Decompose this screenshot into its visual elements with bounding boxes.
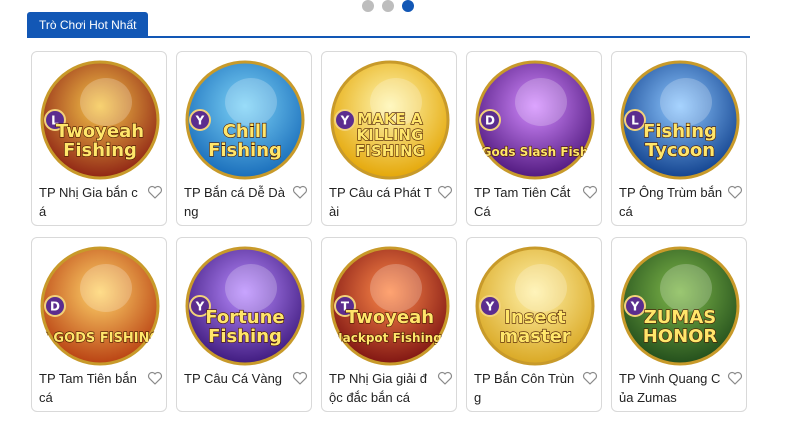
game-thumbnail[interactable]: D 3 GODS FISHING xyxy=(40,246,160,366)
heart-icon[interactable] xyxy=(582,370,598,386)
game-grid: L Twoyeah Fishing TP Nhị Gia bắn cá Y Chill… xyxy=(31,51,747,412)
game-thumbnail[interactable]: T Twoyeah Jackpot Fishing xyxy=(330,246,450,366)
game-art: D 3 GODS FISHING xyxy=(40,246,160,366)
heart-icon[interactable] xyxy=(437,184,453,200)
game-logo-text: Tycoon xyxy=(645,140,715,161)
game-art: TTwoyeahJackpot Fishing xyxy=(330,246,450,366)
heart-icon[interactable] xyxy=(292,184,308,200)
carousel-dot[interactable] xyxy=(362,0,374,12)
svg-text:Y: Y xyxy=(195,300,205,314)
game-thumbnail[interactable]: Y Fortune Fishing xyxy=(185,246,305,366)
svg-text:D: D xyxy=(50,300,60,314)
game-meta: TP Tam Tiên Cắt Cá xyxy=(474,183,598,221)
game-title[interactable]: TP Ông Trùm bắn cá xyxy=(619,183,723,221)
game-title[interactable]: TP Bắn Côn Trùng xyxy=(474,369,578,407)
game-meta: TP Bắn Côn Trùng xyxy=(474,369,598,407)
game-thumbnail[interactable]: Y ZUMAS HONOR xyxy=(620,246,740,366)
game-card[interactable]: Y MAKE A KILLING FISHING TP Câu cá Phát Tài xyxy=(321,51,457,226)
game-card[interactable]: D 3 GODS FISHING TP Tam Tiên bắn cá xyxy=(31,237,167,412)
game-logo-text: Jackpot Fishing xyxy=(337,331,442,345)
game-meta: TP Bắn cá Dễ Dàng xyxy=(184,183,308,221)
game-card[interactable]: Y Fortune Fishing TP Câu Cá Vàng xyxy=(176,237,312,412)
game-thumbnail[interactable]: Y Insect master xyxy=(475,246,595,366)
game-card[interactable]: L Fishing Tycoon TP Ông Trùm bắn cá xyxy=(611,51,747,226)
game-logo-text: Fishing xyxy=(208,326,282,347)
game-card[interactable]: L Twoyeah Fishing TP Nhị Gia bắn cá xyxy=(31,51,167,226)
game-thumbnail[interactable]: L Twoyeah Fishing xyxy=(40,60,160,180)
game-logo-text: Gods Slash Fish xyxy=(482,145,589,159)
heart-icon[interactable] xyxy=(437,370,453,386)
game-meta: TP Tam Tiên bắn cá xyxy=(39,369,163,407)
game-art: Y Insectmaster xyxy=(475,246,595,366)
game-meta: TP Nhị Gia giải độc đắc bắn cá xyxy=(329,369,453,407)
game-logo-text: Twoyeah xyxy=(56,121,144,142)
game-meta: TP Câu cá Phát Tài xyxy=(329,183,453,221)
svg-text:Y: Y xyxy=(340,114,350,128)
game-logo-text: Chill xyxy=(223,121,268,142)
svg-text:Y: Y xyxy=(485,300,495,314)
game-logo-text: FISHING xyxy=(355,142,425,160)
game-thumbnail[interactable]: L Fishing Tycoon xyxy=(620,60,740,180)
game-thumbnail[interactable]: Y Chill Fishing xyxy=(185,60,305,180)
game-title[interactable]: TP Tam Tiên bắn cá xyxy=(39,369,143,407)
carousel-dots xyxy=(362,0,414,12)
svg-text:D: D xyxy=(485,114,495,128)
heart-icon[interactable] xyxy=(147,184,163,200)
game-logo-text: Twoyeah xyxy=(346,307,434,328)
game-card[interactable]: T Twoyeah Jackpot Fishing TP Nhị Gia giải … xyxy=(321,237,457,412)
game-art: LTwoyeahFishing xyxy=(40,60,160,180)
game-meta: TP Vinh Quang Của Zumas xyxy=(619,369,743,407)
heart-icon[interactable] xyxy=(727,370,743,386)
game-logo-text: Insect xyxy=(504,307,566,328)
svg-text:Y: Y xyxy=(630,300,640,314)
svg-text:Y: Y xyxy=(195,114,205,128)
carousel-dot-active[interactable] xyxy=(402,0,414,12)
game-logo-text: master xyxy=(499,326,570,347)
game-logo-text: Fishing xyxy=(643,121,717,142)
game-meta: TP Ông Trùm bắn cá xyxy=(619,183,743,221)
heart-icon[interactable] xyxy=(727,184,743,200)
carousel-dot[interactable] xyxy=(382,0,394,12)
game-title[interactable]: TP Nhị Gia bắn cá xyxy=(39,183,143,221)
game-logo-text: HONOR xyxy=(643,326,718,347)
game-thumbnail[interactable]: D Gods Slash Fish xyxy=(475,60,595,180)
game-card[interactable]: Y Chill Fishing TP Bắn cá Dễ Dàng xyxy=(176,51,312,226)
game-logo-text: Fishing xyxy=(63,140,137,161)
game-art: D Gods Slash Fish xyxy=(475,60,595,180)
svg-text:L: L xyxy=(631,114,639,128)
game-art: Y ZUMASHONOR xyxy=(620,246,740,366)
game-logo-text: Fortune xyxy=(205,307,284,328)
game-art: Y MAKE AKILLINGFISHING xyxy=(330,60,450,180)
game-title[interactable]: TP Vinh Quang Của Zumas xyxy=(619,369,723,407)
heart-icon[interactable] xyxy=(582,184,598,200)
game-title[interactable]: TP Nhị Gia giải độc đắc bắn cá xyxy=(329,369,433,407)
game-title[interactable]: TP Câu cá Phát Tài xyxy=(329,183,433,221)
game-art: YFortuneFishing xyxy=(185,246,305,366)
game-logo-text: ZUMAS xyxy=(644,307,716,328)
game-title[interactable]: TP Câu Cá Vàng xyxy=(184,369,288,388)
game-card[interactable]: D Gods Slash Fish TP Tam Tiên Cắt Cá xyxy=(466,51,602,226)
heart-icon[interactable] xyxy=(147,370,163,386)
game-logo-text: Fishing xyxy=(208,140,282,161)
game-art: Y ChillFishing xyxy=(185,60,305,180)
game-art: L FishingTycoon xyxy=(620,60,740,180)
game-card[interactable]: Y Insect master TP Bắn Côn Trùng xyxy=(466,237,602,412)
game-logo-text: 3 GODS FISHING xyxy=(40,331,160,346)
game-title[interactable]: TP Tam Tiên Cắt Cá xyxy=(474,183,578,221)
game-card[interactable]: Y ZUMAS HONOR TP Vinh Quang Của Zumas xyxy=(611,237,747,412)
game-meta: TP Nhị Gia bắn cá xyxy=(39,183,163,221)
section-header: Trò Chơi Hot Nhất xyxy=(27,12,750,38)
game-title[interactable]: TP Bắn cá Dễ Dàng xyxy=(184,183,288,221)
section-title: Trò Chơi Hot Nhất xyxy=(27,12,149,38)
heart-icon[interactable] xyxy=(292,370,308,386)
game-meta: TP Câu Cá Vàng xyxy=(184,369,308,388)
game-thumbnail[interactable]: Y MAKE A KILLING FISHING xyxy=(330,60,450,180)
